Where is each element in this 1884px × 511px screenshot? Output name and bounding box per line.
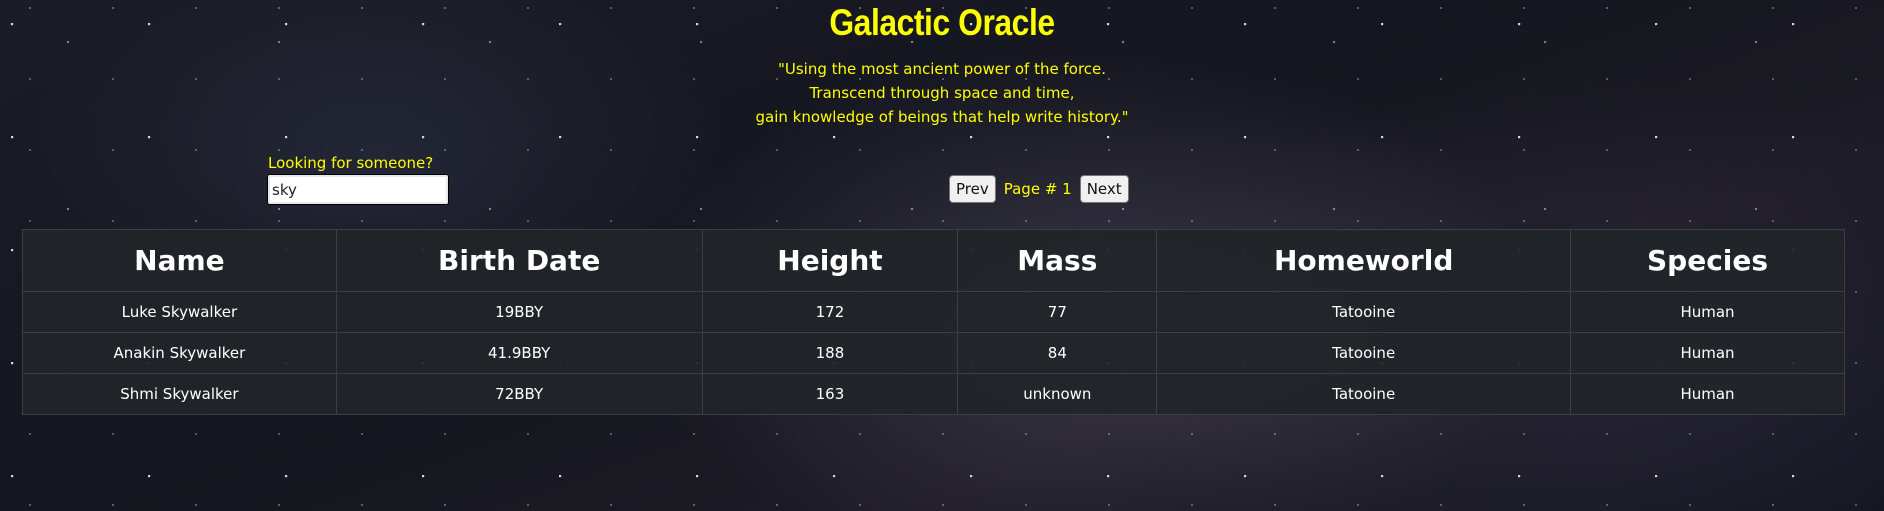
prev-button[interactable]: Prev [949, 175, 996, 203]
page-title: Galactic Oracle [829, 2, 1055, 43]
column-header-birth-date: Birth Date [335, 229, 703, 292]
cell-mass: 84 [957, 332, 1158, 374]
table-row: Luke Skywalker 19BBY 172 77 Tatooine Hum… [22, 291, 1845, 333]
next-button[interactable]: Next [1079, 175, 1129, 203]
table-header-row: Name Birth Date Height Mass Homeworld Sp… [22, 229, 1845, 292]
column-header-name: Name [22, 229, 337, 292]
cell-mass: unknown [957, 373, 1158, 415]
tagline-line: "Using the most ancient power of the for… [777, 60, 1107, 78]
tagline-quote: "Using the most ancient power of the for… [0, 57, 1884, 129]
cell-name: Anakin Skywalker [22, 332, 337, 374]
cell-height: 188 [701, 332, 959, 374]
cell-homeworld: Tatooine [1156, 291, 1572, 333]
tagline-line: Transcend through space and time, [809, 84, 1075, 102]
search-label: Looking for someone? [268, 154, 434, 172]
cell-homeworld: Tatooine [1156, 332, 1572, 374]
tagline-line: gain knowledge of beings that help write… [755, 108, 1129, 126]
column-header-homeworld: Homeworld [1156, 229, 1572, 292]
cell-birth-date: 72BBY [335, 373, 703, 415]
cell-species: Human [1570, 373, 1845, 415]
cell-species: Human [1570, 291, 1845, 333]
pagination: Prev Page # 1 Next [949, 175, 1129, 203]
cell-species: Human [1570, 332, 1845, 374]
cell-birth-date: 41.9BBY [335, 332, 703, 374]
results-table: Name Birth Date Height Mass Homeworld Sp… [22, 229, 1845, 415]
column-header-mass: Mass [957, 229, 1158, 292]
cell-height: 163 [701, 373, 959, 415]
column-header-species: Species [1570, 229, 1845, 292]
column-header-height: Height [701, 229, 959, 292]
table-row: Shmi Skywalker 72BBY 163 unknown Tatooin… [22, 373, 1845, 415]
table-row: Anakin Skywalker 41.9BBY 188 84 Tatooine… [22, 332, 1845, 374]
cell-name: Luke Skywalker [22, 291, 337, 333]
cell-height: 172 [701, 291, 959, 333]
search-input[interactable] [267, 174, 449, 205]
cell-homeworld: Tatooine [1156, 373, 1572, 415]
cell-mass: 77 [957, 291, 1158, 333]
page-indicator: Page # 1 [1003, 180, 1072, 198]
cell-name: Shmi Skywalker [22, 373, 337, 415]
cell-birth-date: 19BBY [335, 291, 703, 333]
